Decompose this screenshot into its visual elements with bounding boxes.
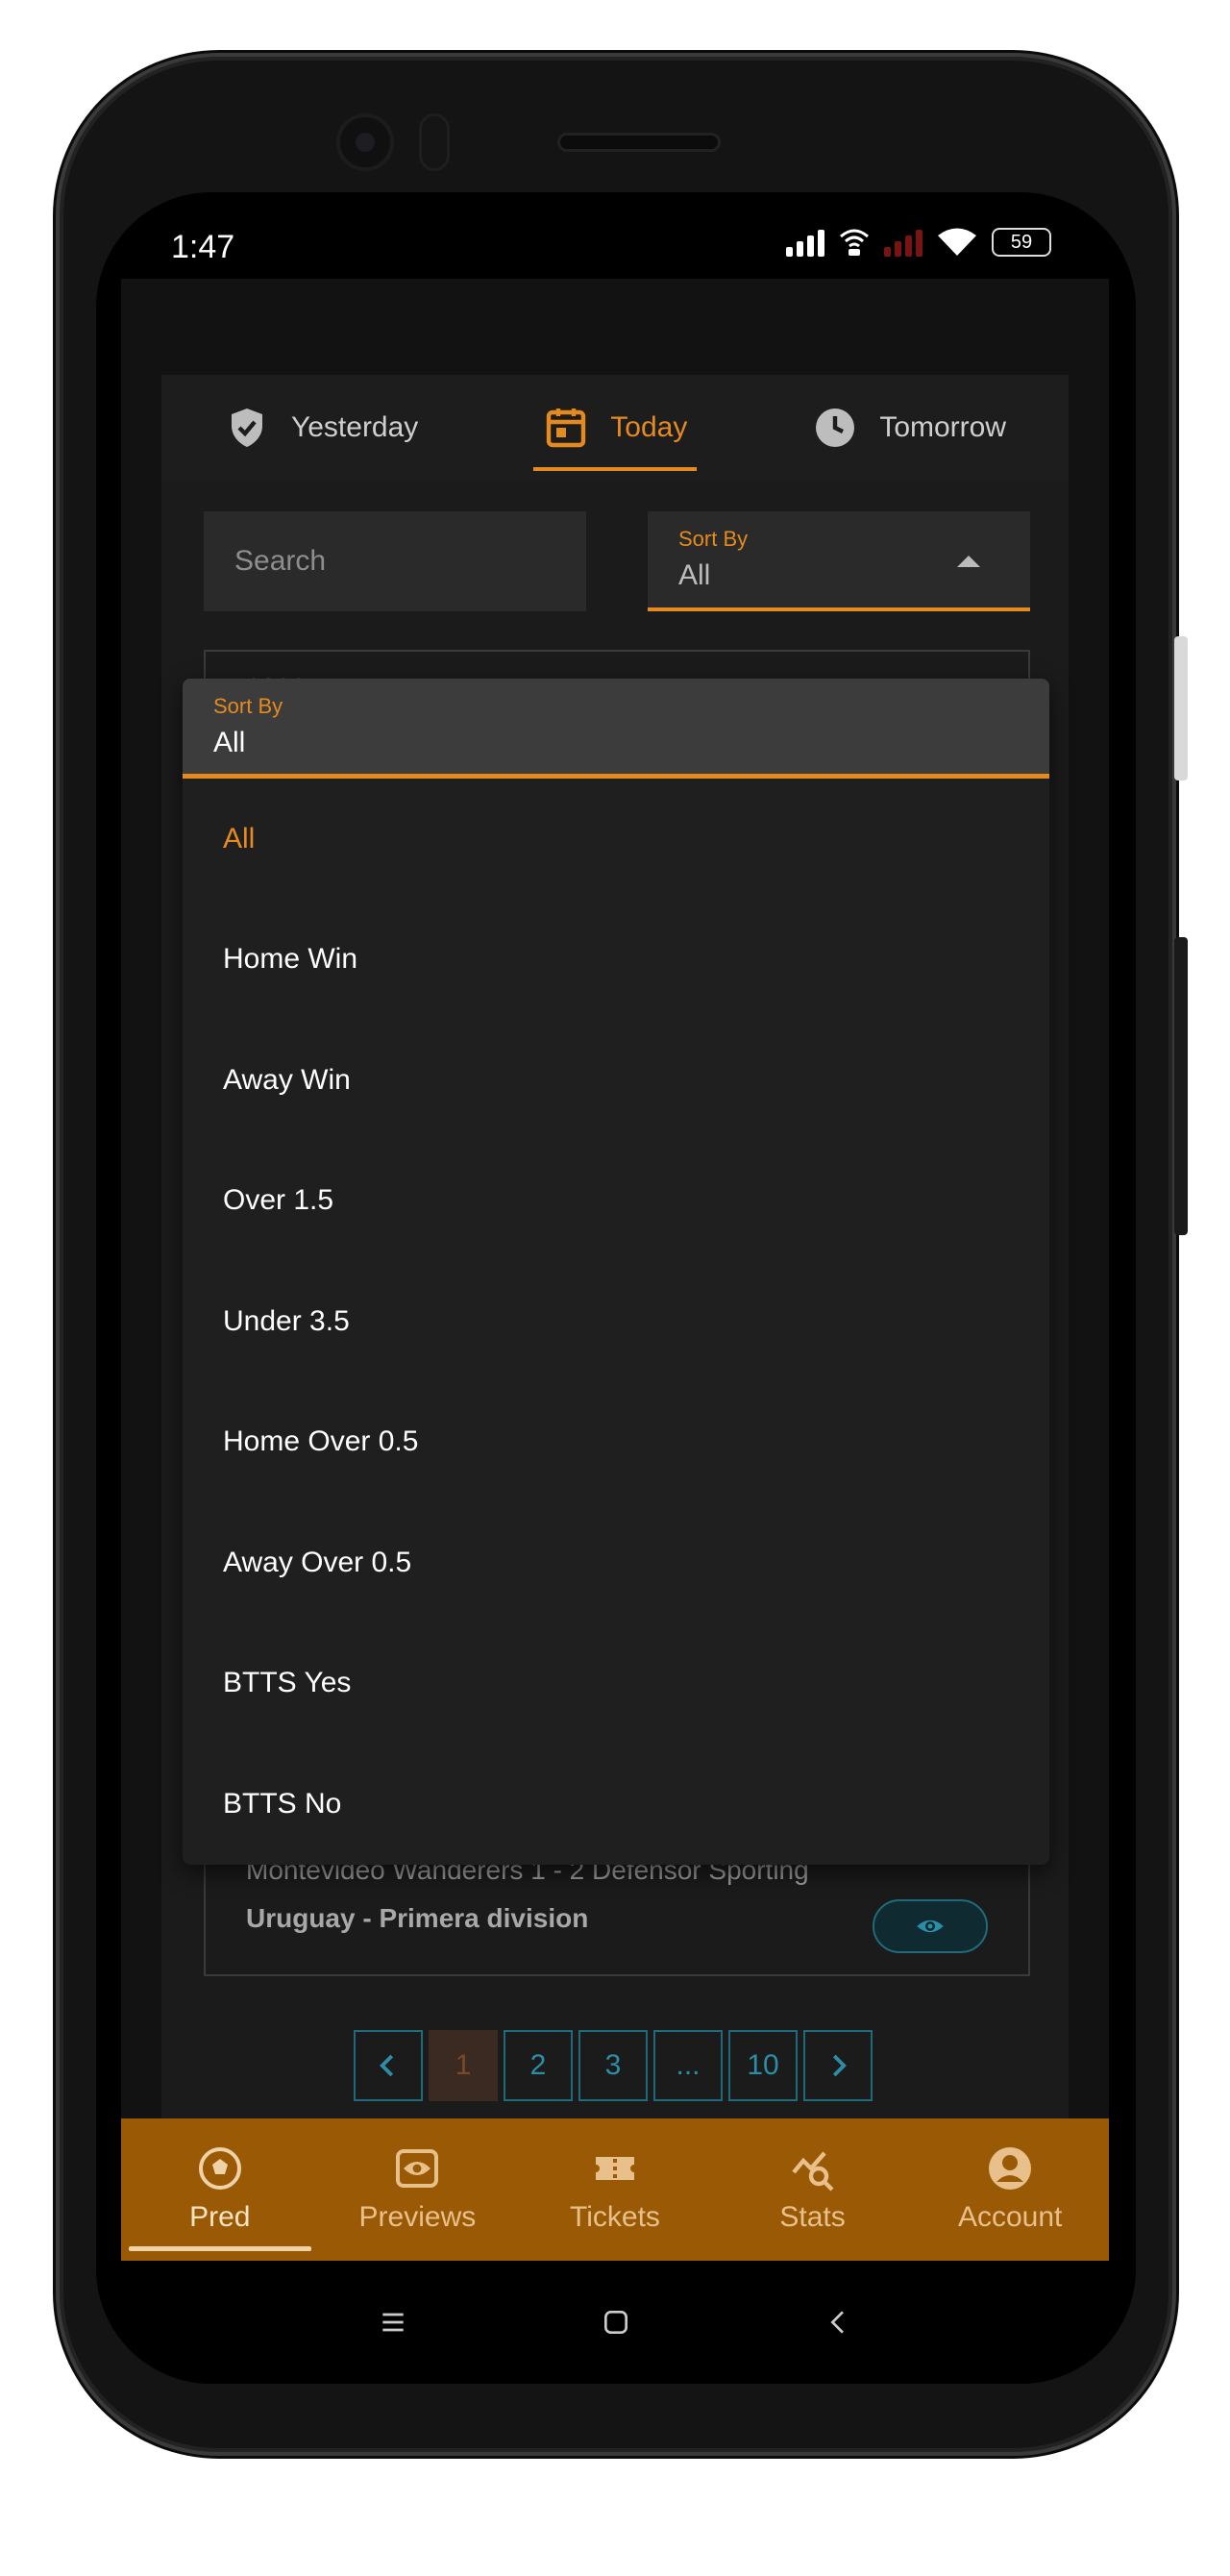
nav-tickets[interactable]: Tickets [524,2118,706,2261]
nav-stats-label: Stats [779,2201,846,2233]
nav-previews[interactable]: Previews [326,2118,508,2261]
ticket-icon [595,2157,634,2180]
nav-stats[interactable]: Stats [722,2118,904,2261]
page-button-3[interactable]: 3 [578,2030,648,2101]
nav-tickets-label: Tickets [570,2201,660,2233]
tab-yesterday-label: Yesterday [290,411,419,443]
option-away-win[interactable]: Away Win [183,1020,1049,1141]
dropdown-value: All [213,727,246,758]
sort-by-value: All [678,559,711,591]
wifi-icon [938,228,976,256]
phone-screen: 1:47 59 Yesterday Today Tomorrow Search … [96,192,1136,2384]
cell-signal-2-icon [884,228,922,257]
sort-by-select[interactable]: Sort By All [648,511,1030,611]
prev-page-button[interactable] [354,2030,423,2101]
nav-account-label: Account [957,2201,1063,2233]
tab-tomorrow-label: Tomorrow [879,411,1007,443]
stats-search-icon [791,2151,834,2192]
recents-icon[interactable] [378,2307,408,2338]
clock-icon [816,409,855,447]
next-page-button[interactable] [803,2030,873,2101]
tab-tomorrow[interactable]: Tomorrow [802,375,1016,481]
match-league: Uruguay - Primera division [246,1903,589,1933]
pagination: 1 2 3 ... 10 [354,2030,873,2101]
preview-eye-icon [396,2149,439,2188]
option-btts-no[interactable]: BTTS No [183,1744,1049,1865]
dropdown-label: Sort By [213,694,283,718]
day-tabs: Yesterday Today Tomorrow [161,375,1069,481]
option-away-over-0-5[interactable]: Away Over 0.5 [183,1502,1049,1623]
option-btts-yes[interactable]: BTTS Yes [183,1623,1049,1745]
option-home-win[interactable]: Home Win [183,900,1049,1021]
sort-by-label: Sort By [678,527,749,551]
wifi-calling-icon [840,229,869,256]
nav-pred-label: Pred [189,2201,251,2233]
cell-signal-icon [786,228,824,257]
chevron-right-icon [832,2054,847,2077]
status-icons: 59 [786,227,1051,258]
option-under-3-5[interactable]: Under 3.5 [183,1261,1049,1382]
nav-pred[interactable]: Pred [128,2118,311,2261]
page-button-10[interactable]: 10 [728,2030,798,2101]
front-camera [336,113,394,171]
back-icon[interactable] [824,2307,854,2338]
calendar-icon [547,409,586,448]
page-ellipsis: ... [653,2030,723,2101]
view-match-button[interactable] [873,1899,988,1953]
account-icon [989,2147,1032,2190]
option-home-over-0-5[interactable]: Home Over 0.5 [183,1382,1049,1503]
nav-previews-label: Previews [358,2201,477,2233]
soccer-ball-icon [198,2147,241,2190]
dropdown-header[interactable]: Sort By All [183,679,1049,779]
tab-today[interactable]: Today [533,375,698,481]
caret-up-icon [957,556,980,567]
option-over-1-5[interactable]: Over 1.5 [183,1141,1049,1262]
sort-by-dropdown: Sort By All All Home Win Away Win Over 1… [183,679,1049,1865]
eye-icon [917,1920,944,1933]
page-button-1[interactable]: 1 [429,2030,498,2101]
volume-button [1174,636,1188,780]
bottom-navigation: Pred Previews Tickets Stats Account [121,2118,1109,2261]
page-button-2[interactable]: 2 [504,2030,573,2101]
shield-check-icon [231,409,262,447]
option-all[interactable]: All [183,779,1049,900]
chevron-left-icon [380,2054,394,2077]
home-icon[interactable] [601,2307,631,2338]
search-input[interactable]: Search [204,511,586,611]
system-navigation [96,2261,1136,2384]
earpiece-speaker [557,133,721,152]
tab-yesterday[interactable]: Yesterday [214,375,428,481]
battery-icon: 59 [992,228,1051,257]
status-time: 1:47 [171,229,235,265]
proximity-sensor [419,113,450,171]
tab-today-label: Today [610,411,688,443]
power-button [1174,937,1188,1235]
nav-account[interactable]: Account [919,2118,1101,2261]
